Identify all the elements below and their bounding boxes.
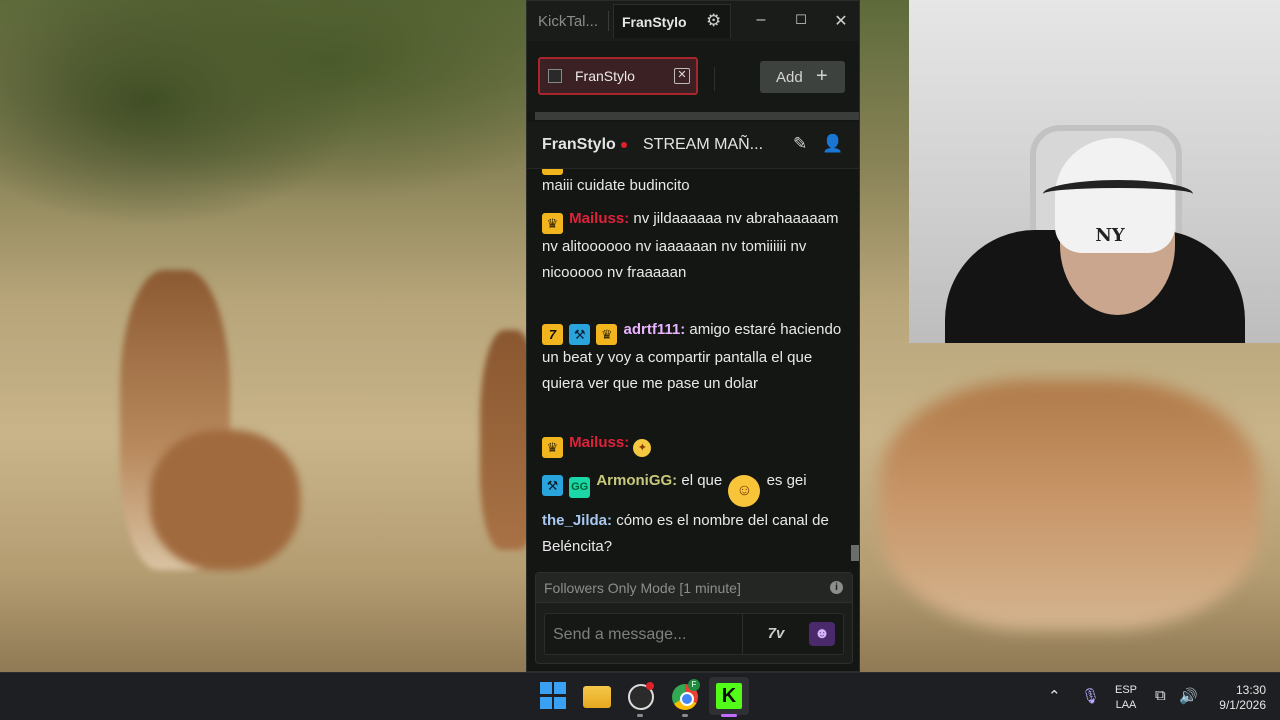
channel-name[interactable]: FranStylo <box>542 136 616 154</box>
running-indicator <box>637 714 643 717</box>
clock[interactable]: 13:30 9/1/2026 <box>1206 683 1270 713</box>
chat-message: the_Jilda: cómo es el nombre del canal d… <box>542 508 842 559</box>
info-icon[interactable]: i <box>830 581 843 594</box>
chat-message: 7 ⚒ ♛ adrtf111: amigo estaré haciendo un… <box>542 317 842 396</box>
message-input[interactable] <box>551 622 740 648</box>
windows-start-icon[interactable] <box>540 682 568 710</box>
add-channel-button[interactable]: Add + <box>760 61 845 93</box>
plus-icon: + <box>816 65 828 87</box>
taskbar: F K ⌃ 🎙 ESP LAA ⧉ 🔊 13:30 9/1/2026 <box>0 672 1280 720</box>
webcam-headphones <box>1043 180 1193 208</box>
moderator-badge-icon: ⚒ <box>542 475 563 496</box>
input-divider <box>742 614 743 654</box>
username[interactable]: Mailuss: <box>569 434 629 451</box>
gear-icon[interactable]: ⚙ <box>706 11 721 31</box>
minimize-icon[interactable]: – <box>751 11 771 29</box>
channel-tabs-bar: FranStylo ✕ Add + <box>527 41 859 113</box>
emote-icon: ☺ <box>728 475 761 507</box>
message-text: maiii cuidate budincito <box>542 177 690 194</box>
gg-badge-icon: GG <box>569 477 591 498</box>
username[interactable]: adrtf111: <box>624 321 686 338</box>
channel-tab[interactable]: FranStylo ✕ <box>538 57 698 95</box>
lang-top: ESP <box>1114 684 1137 696</box>
emote-picker-icon[interactable]: ☻ <box>809 622 835 646</box>
active-indicator <box>721 714 737 717</box>
window-tab-active[interactable]: FranStylo ⚙ <box>613 4 731 38</box>
rocket-icon[interactable]: ✎ <box>793 134 807 154</box>
broken-image-icon <box>548 69 562 83</box>
chat-mode-bar: Followers Only Mode [1 minute] i <box>536 573 852 603</box>
crown-badge-icon: ♛ <box>542 213 563 234</box>
chat-messages[interactable]: maiii cuidate budincito ♛ Mailuss: nv ji… <box>527 169 847 569</box>
user-icon[interactable]: 👤 <box>822 134 843 154</box>
clock-date: 9/1/2026 <box>1219 698 1266 712</box>
username[interactable]: ArmoniGG: <box>596 472 677 489</box>
message-text-after: es gei <box>766 472 807 489</box>
emote-icon: ✦ <box>633 439 652 457</box>
chat-message: ♛ Mailuss: nv jildaaaaaa nv abrahaaaaam … <box>542 206 842 285</box>
app-title: KickTal... <box>538 13 599 30</box>
chat-header: FranStylo STREAM MAÑ... ✎ 👤 <box>527 122 859 169</box>
username[interactable]: Mailuss: <box>569 210 629 227</box>
maximize-icon[interactable]: ☐ <box>791 12 811 28</box>
beanie-logo: NY <box>1095 225 1125 246</box>
profile-badge: F <box>688 679 700 691</box>
microphone-icon[interactable]: 🎙 <box>1081 687 1100 705</box>
crown-badge-icon: ♛ <box>542 437 563 458</box>
volume-icon[interactable]: 🔊 <box>1179 687 1198 705</box>
seven-tv-badge-icon: 7 <box>542 324 563 345</box>
close-icon[interactable]: ✕ <box>831 11 851 31</box>
separator-strip <box>535 112 859 120</box>
scrollbar-thumb[interactable] <box>851 545 859 561</box>
language-indicator[interactable]: ESP LAA <box>1112 683 1140 713</box>
close-tab-icon[interactable]: ✕ <box>674 68 690 84</box>
antelope-figure-blurred <box>880 380 1260 630</box>
clock-time: 13:30 <box>1235 683 1266 697</box>
stream-title: STREAM MAÑ... <box>643 136 764 153</box>
add-label: Add <box>776 69 803 86</box>
running-indicator <box>682 714 688 717</box>
kick-icon[interactable]: K <box>716 683 742 709</box>
title-bar[interactable]: KickTal... FranStylo ⚙ – ☐ ✕ <box>527 1 859 41</box>
channel-tab-label: FranStylo <box>575 68 635 84</box>
chat-message: ♛ Mailuss: ✦ <box>542 430 842 458</box>
window-tab-label: FranStylo <box>622 14 687 30</box>
message-input-box: 7v ☻ <box>544 613 844 655</box>
chevron-up-icon[interactable]: ⌃ <box>1048 687 1061 705</box>
lang-bottom: LAA <box>1115 699 1137 711</box>
antelope-body <box>150 430 300 570</box>
live-indicator <box>621 142 627 148</box>
channel-divider <box>714 67 715 91</box>
chat-message: maiii cuidate budincito <box>542 173 842 199</box>
username[interactable]: the_Jilda: <box>542 512 612 529</box>
chat-mode-text: Followers Only Mode [1 minute] <box>544 580 741 596</box>
message-text-before: el que <box>681 472 723 489</box>
chat-message: ⚒ GG ArmoniGG: el que ☺ es gei <box>542 468 842 507</box>
message-composer: Followers Only Mode [1 minute] i 7v ☻ <box>535 572 853 664</box>
tab-divider <box>608 11 609 31</box>
network-icon[interactable]: ⧉ <box>1155 687 1166 704</box>
chrome-center <box>680 692 694 706</box>
chat-app-window: KickTal... FranStylo ⚙ – ☐ ✕ FranStylo ✕… <box>526 0 860 672</box>
moderator-badge-icon: ⚒ <box>569 324 591 345</box>
seven-tv-emote-button-icon[interactable]: 7v <box>763 622 789 646</box>
file-explorer-icon[interactable] <box>583 686 611 708</box>
recording-indicator <box>646 682 654 690</box>
crown-badge-icon: ♛ <box>596 324 618 345</box>
